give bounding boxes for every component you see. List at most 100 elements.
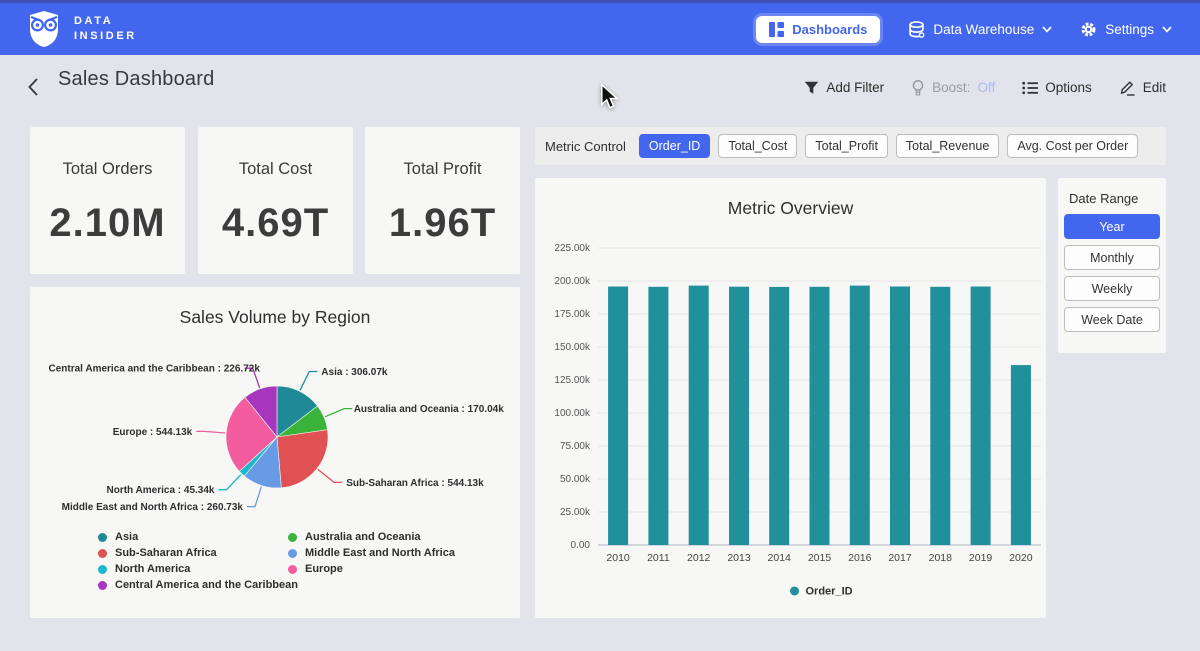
y-tick-label: 175.00k <box>554 309 591 320</box>
kpi-label: Total Cost <box>198 160 353 179</box>
metric-chip-total-profit[interactable]: Total_Profit <box>805 134 888 158</box>
brand-line-1: DATA <box>74 14 137 29</box>
pie-slice-label: Sub-Saharan Africa : 544.13k <box>346 478 484 489</box>
pie-slice-label: Central America and the Caribbean : 226.… <box>49 364 261 375</box>
legend-dot <box>288 533 297 542</box>
brand-text: DATA INSIDER <box>74 14 137 44</box>
x-tick-label: 2012 <box>687 552 711 564</box>
bar-legend-item[interactable]: Order_ID <box>790 586 853 598</box>
pie-slice-sub-saharan-africa[interactable] <box>277 430 328 488</box>
x-tick-label: 2010 <box>606 552 630 564</box>
add-filter-button[interactable]: Add Filter <box>804 80 884 95</box>
y-tick-label: 75.00k <box>560 441 591 452</box>
legend-label: Europe <box>305 563 343 575</box>
x-tick-label: 2014 <box>768 552 792 564</box>
legend-label: Australia and Oceania <box>305 531 421 543</box>
bar-2020[interactable] <box>1011 365 1031 545</box>
brand-line-2: INSIDER <box>74 29 137 44</box>
bar-2012[interactable] <box>689 286 709 545</box>
y-tick-label: 0.00 <box>571 540 591 551</box>
pie-leader-line <box>325 409 352 417</box>
top-navbar: DATA INSIDER Dashboards D <box>0 0 1200 55</box>
y-tick-label: 200.00k <box>554 276 591 287</box>
add-filter-label: Add Filter <box>826 80 884 95</box>
date-range-panel: Date Range Year Monthly Weekly Week Date <box>1058 178 1166 353</box>
bar-2014[interactable] <box>769 287 789 545</box>
bar-chart: 0.0025.00k50.00k75.00k100.00k125.00k150.… <box>535 218 1046 618</box>
bar-2015[interactable] <box>810 287 830 545</box>
pie-leader-line <box>318 469 343 482</box>
bar-2011[interactable] <box>648 287 668 545</box>
bar-2013[interactable] <box>729 287 749 545</box>
edit-pencil-icon <box>1119 79 1136 96</box>
owl-logo-icon <box>27 11 61 47</box>
bar-2017[interactable] <box>890 287 910 546</box>
bar-2019[interactable] <box>971 287 991 546</box>
legend-label: Central America and the Caribbean <box>115 579 298 591</box>
legend-dot <box>288 565 297 574</box>
boost-label: Boost: <box>932 80 970 95</box>
pie-legend-item-north-america[interactable]: North America <box>98 563 298 575</box>
filter-funnel-icon <box>804 81 819 95</box>
date-range-label: Date Range <box>1058 178 1166 208</box>
pie-chart-title: Sales Volume by Region <box>30 287 520 328</box>
pie-leader-line <box>247 487 261 507</box>
kpi-label: Total Orders <box>30 160 185 179</box>
y-tick-label: 125.00k <box>554 375 591 386</box>
options-list-icon <box>1022 81 1038 95</box>
dashboards-icon <box>769 22 784 37</box>
date-range-monthly-button[interactable]: Monthly <box>1064 245 1160 270</box>
legend-dot <box>98 565 107 574</box>
pie-legend-item-middle-east-and-north-africa[interactable]: Middle East and North Africa <box>288 547 455 559</box>
page-header: Sales Dashboard Add Filter Boost: Off <box>0 55 1200 119</box>
pie-slice-label: Australia and Oceania : 170.04k <box>354 404 505 415</box>
legend-dot <box>98 533 107 542</box>
metric-chip-total-cost[interactable]: Total_Cost <box>718 134 797 158</box>
back-button[interactable] <box>26 77 40 97</box>
legend-label: Order_ID <box>806 586 853 598</box>
bar-2016[interactable] <box>850 286 870 545</box>
data-warehouse-menu[interactable]: Data Warehouse <box>908 21 1052 38</box>
pie-legend-item-australia-and-oceania[interactable]: Australia and Oceania <box>288 531 455 543</box>
y-tick-label: 225.00k <box>554 243 591 254</box>
x-tick-label: 2011 <box>647 552 670 564</box>
pie-legend-item-europe[interactable]: Europe <box>288 563 455 575</box>
legend-label: Asia <box>115 531 138 543</box>
metric-chip-order-id[interactable]: Order_ID <box>639 134 710 158</box>
metric-chip-avg-cost[interactable]: Avg. Cost per Order <box>1007 134 1138 158</box>
pie-legend-item-asia[interactable]: Asia <box>98 531 298 543</box>
y-tick-label: 25.00k <box>560 507 591 518</box>
chevron-down-icon <box>1162 26 1172 33</box>
settings-menu[interactable]: Settings <box>1080 21 1172 38</box>
metric-control-bar: Metric Control Order_ID Total_Cost Total… <box>535 127 1166 165</box>
bar-2018[interactable] <box>930 287 950 545</box>
brand: DATA INSIDER <box>27 11 137 47</box>
bar-2010[interactable] <box>608 287 628 546</box>
edit-button[interactable]: Edit <box>1119 79 1166 96</box>
date-range-year-button[interactable]: Year <box>1064 214 1160 239</box>
kpi-card-total-cost: Total Cost 4.69T <box>198 127 353 274</box>
boost-toggle[interactable]: Boost: Off <box>911 80 995 96</box>
kpi-value: 4.69T <box>198 201 353 246</box>
pie-slice-label: Asia : 306.07k <box>321 367 388 378</box>
options-button[interactable]: Options <box>1022 80 1092 95</box>
dashboards-button[interactable]: Dashboards <box>756 16 880 43</box>
date-range-weekly-button[interactable]: Weekly <box>1064 276 1160 301</box>
page-title: Sales Dashboard <box>58 68 214 91</box>
legend-dot <box>288 549 297 558</box>
database-icon <box>908 21 925 38</box>
pie-slice-label: Europe : 544.13k <box>113 427 193 438</box>
dashboards-label: Dashboards <box>792 22 867 37</box>
pie-legend-column-1: Asia Sub-Saharan Africa North America Centr… <box>98 531 298 591</box>
pie-legend-item-central-america-and-the-caribbean[interactable]: Central America and the Caribbean <box>98 579 298 591</box>
y-tick-label: 100.00k <box>554 408 591 419</box>
x-tick-label: 2016 <box>848 552 872 564</box>
x-tick-label: 2018 <box>929 552 953 564</box>
date-range-week-date-button[interactable]: Week Date <box>1064 307 1160 332</box>
pie-legend-item-sub-saharan-africa[interactable]: Sub-Saharan Africa <box>98 547 298 559</box>
legend-dot <box>790 587 799 596</box>
kpi-value: 2.10M <box>30 201 185 246</box>
options-label: Options <box>1045 80 1092 95</box>
metric-chip-total-revenue[interactable]: Total_Revenue <box>896 134 999 158</box>
kpi-label: Total Profit <box>365 160 520 179</box>
